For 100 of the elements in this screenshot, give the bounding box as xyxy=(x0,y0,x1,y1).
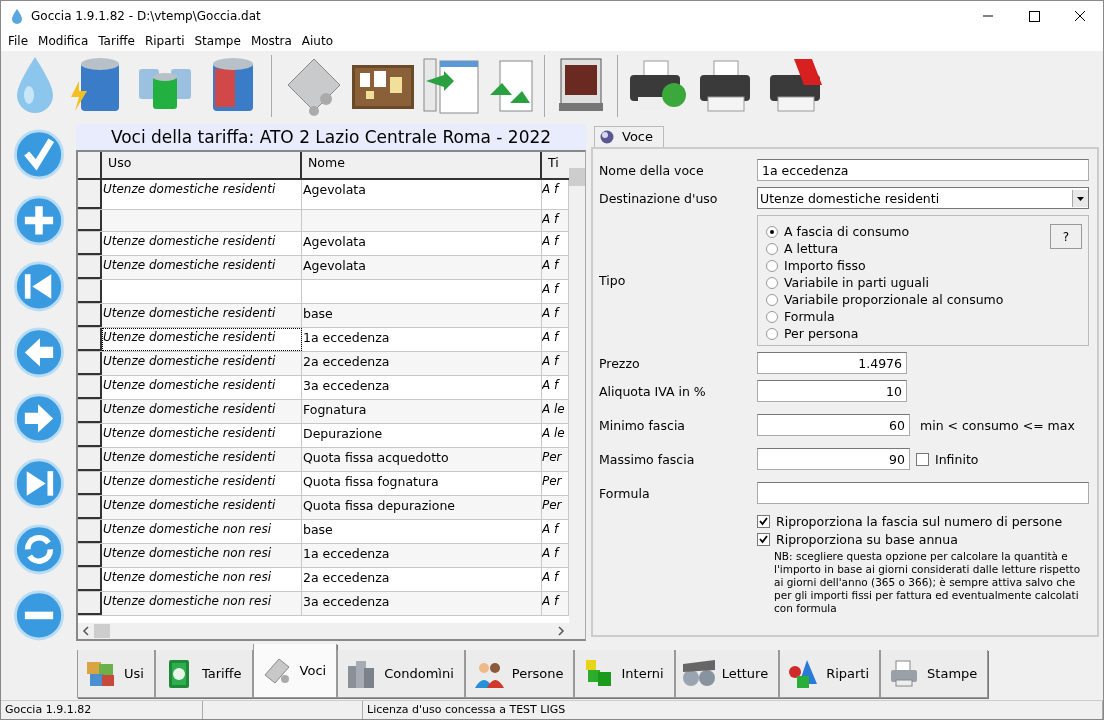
window-title: Goccia 1.9.1.82 - D:\vtemp\Goccia.dat xyxy=(31,9,262,23)
tab[interactable]: Tariffe xyxy=(154,650,253,698)
table-cell: Utenze domestiche residenti xyxy=(102,303,302,327)
remove-icon[interactable] xyxy=(11,590,66,641)
field-label: Nome della voce xyxy=(599,162,705,178)
input-field[interactable]: 90 xyxy=(757,448,910,470)
menu-item[interactable]: Mostra xyxy=(245,34,297,48)
arrow-left-icon[interactable] xyxy=(11,326,66,378)
scroll-left-icon[interactable] xyxy=(82,626,90,636)
table-cell: Quota fissa depurazione xyxy=(302,495,542,519)
row-header[interactable] xyxy=(78,447,102,471)
radio-option[interactable]: Formula xyxy=(766,309,1004,324)
table-cell: 3a eccedenza xyxy=(302,375,542,399)
field-label: Massimo fascia xyxy=(599,451,696,467)
row-header[interactable] xyxy=(78,255,102,279)
check-icon[interactable] xyxy=(11,129,66,180)
column-header[interactable]: Ti xyxy=(542,151,569,178)
row-header[interactable] xyxy=(78,327,102,351)
row-header[interactable] xyxy=(78,519,102,543)
tab[interactable]: Riparti xyxy=(779,650,881,698)
row-header[interactable] xyxy=(78,423,102,447)
table-cell: Agevolata xyxy=(302,255,542,279)
row-header[interactable] xyxy=(78,303,102,327)
row-header[interactable] xyxy=(78,209,102,231)
menu-item[interactable]: Modifica xyxy=(33,34,94,48)
arrow-right-icon[interactable] xyxy=(11,392,66,444)
row-header[interactable] xyxy=(78,375,102,399)
table-cell: Utenze domestiche non resi xyxy=(102,567,302,591)
table-cell: A f xyxy=(542,351,569,375)
input-field[interactable]: 60 xyxy=(757,414,910,436)
menu-item[interactable]: Riparti xyxy=(139,34,190,48)
input-field[interactable]: 1a eccedenza xyxy=(757,159,1089,181)
menu-item[interactable]: Tariffe xyxy=(93,34,140,48)
tab[interactable]: Usi xyxy=(77,650,155,698)
checkbox[interactable]: Riproporziona su base annua xyxy=(757,532,1089,547)
table-cell: 1a eccedenza xyxy=(302,543,542,567)
scroll-right-icon[interactable] xyxy=(557,626,565,636)
tab[interactable]: Letture xyxy=(674,650,780,698)
table-cell: Quota fissa fognatura xyxy=(302,471,542,495)
table-cell: Utenze domestiche non resi xyxy=(102,543,302,567)
input-field[interactable]: 10 xyxy=(757,380,907,402)
table-cell: Per xyxy=(542,447,569,471)
input-field[interactable] xyxy=(757,482,1089,504)
row-header[interactable] xyxy=(78,543,102,567)
checkbox[interactable]: Riproporziona la fascia sul numero di persone xyxy=(757,514,1089,529)
radio-option[interactable]: Variabile proporzionale al consumo xyxy=(766,292,1004,307)
row-header[interactable] xyxy=(78,591,102,615)
radio-option[interactable]: A fascia di consumo xyxy=(766,224,1004,239)
menu-item[interactable]: Stampe xyxy=(189,34,246,48)
help-button[interactable]: ? xyxy=(1050,224,1082,249)
tab[interactable]: Condomìni xyxy=(337,650,465,698)
table-cell: 2a eccedenza xyxy=(302,351,542,375)
row-header[interactable] xyxy=(78,399,102,423)
tab[interactable]: Voci xyxy=(252,644,338,698)
range-hint: min < consumo <= max xyxy=(920,417,1075,433)
table-cell: A f xyxy=(542,303,569,327)
input-field[interactable]: 1.4976 xyxy=(757,352,907,374)
refresh-icon[interactable] xyxy=(11,524,66,576)
table-cell: Utenze domestiche residenti xyxy=(102,447,302,471)
dropdown[interactable]: Utenze domestiche residenti xyxy=(757,187,1089,209)
radio-option[interactable]: Importo fisso xyxy=(766,258,1004,273)
table-cell: A le xyxy=(542,399,569,423)
row-header[interactable] xyxy=(78,351,102,375)
row-header[interactable] xyxy=(78,231,102,255)
table-cell: Agevolata xyxy=(302,179,542,209)
table-cell: Utenze domestiche residenti xyxy=(102,351,302,375)
table-cell: 3a eccedenza xyxy=(302,591,542,615)
column-header[interactable]: Nome xyxy=(302,151,542,178)
table-cell: Utenze domestiche residenti xyxy=(102,471,302,495)
row-header[interactable] xyxy=(78,471,102,495)
scrollbar-thumb[interactable] xyxy=(569,167,585,186)
tab[interactable]: Interni xyxy=(574,650,675,698)
field-label: Formula xyxy=(599,485,651,501)
add-icon[interactable] xyxy=(11,194,66,246)
tab[interactable]: Stampe xyxy=(880,650,989,698)
menu-item[interactable]: Aiuto xyxy=(296,34,339,48)
voce-tab[interactable]: Voce xyxy=(594,126,664,147)
spreadsheet-icon[interactable] xyxy=(422,55,480,117)
corner-header[interactable] xyxy=(78,151,102,178)
skip-forward-icon[interactable] xyxy=(11,458,66,510)
table-cell: Agevolata xyxy=(302,231,542,255)
row-header[interactable] xyxy=(78,495,102,519)
column-header[interactable]: Uso xyxy=(102,151,302,178)
row-header[interactable] xyxy=(78,567,102,591)
radio-option[interactable]: A lettura xyxy=(766,241,1004,256)
vertical-scrollbar[interactable] xyxy=(569,151,585,639)
radio-option[interactable]: Per persona xyxy=(766,326,1004,341)
skip-back-icon[interactable] xyxy=(11,260,66,312)
checkbox[interactable]: Infinito xyxy=(916,451,979,467)
radio-option[interactable]: Variabile in parti uguali xyxy=(766,275,1004,290)
tab[interactable]: Persone xyxy=(464,650,575,698)
menu-item[interactable]: File xyxy=(3,34,34,48)
row-header[interactable] xyxy=(78,179,102,209)
table-cell: Utenze domestiche residenti xyxy=(102,495,302,519)
table-cell: Utenze domestiche residenti xyxy=(102,423,302,447)
table-cell: Quota fissa acquedotto xyxy=(302,447,542,471)
scrollbar-thumb[interactable] xyxy=(94,624,110,638)
table-cell: Depurazione xyxy=(302,423,542,447)
horizontal-scrollbar[interactable] xyxy=(78,623,569,639)
row-header[interactable] xyxy=(78,279,102,303)
